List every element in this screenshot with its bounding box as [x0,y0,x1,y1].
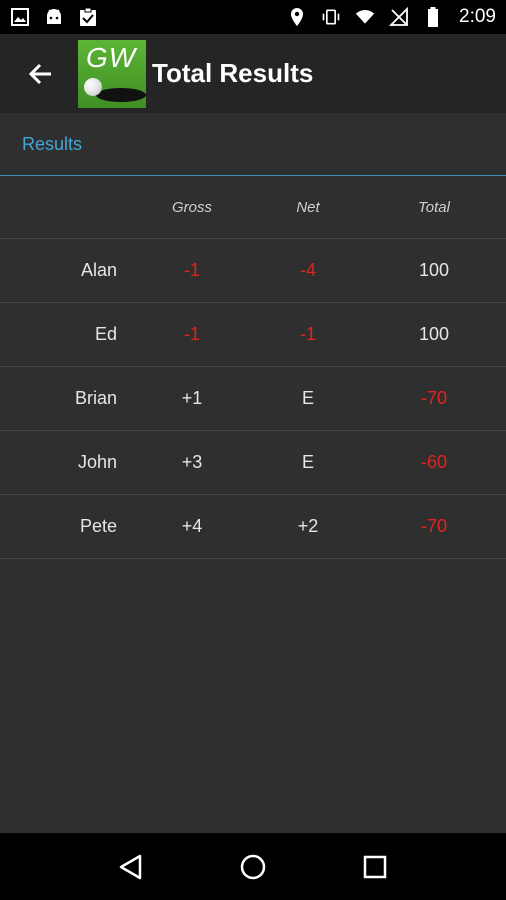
total-score: -70 [420,516,447,536]
net-score: +2 [297,516,319,536]
net-score: -1 [299,324,316,344]
net-score: -4 [299,260,316,280]
android-icon [44,7,64,27]
golf-ball-graphic [84,77,102,96]
table-row: John +3 E -60 [0,431,506,495]
page-title: Total Results [152,58,314,88]
status-time: 2:09 [459,6,496,27]
section-label-results: Results [22,133,83,154]
header-net: Net [296,198,320,216]
no-signal-icon [389,7,409,27]
net-score: E [301,452,314,472]
total-score: 100 [418,260,450,280]
player-name: Ed [94,324,117,344]
player-name: John [77,452,117,472]
back-button[interactable] [20,54,60,94]
nav-back-button[interactable] [111,847,151,887]
table-row: Brian +1 E -70 [0,367,506,431]
gross-score: +3 [181,452,203,472]
player-name: Pete [79,516,117,536]
arrow-left-icon [28,63,51,84]
total-score: -60 [420,452,447,472]
net-score: E [301,388,314,408]
back-triangle-icon [119,854,142,879]
total-score: 100 [418,324,450,344]
header-name [0,176,117,238]
system-nav-bar [0,833,506,900]
wifi-icon [355,7,375,27]
player-name: Alan [80,260,117,280]
screen: 2:09 GW Total Results Results Gross Net … [0,0,506,900]
gross-score: -1 [183,260,200,280]
table-row: Alan -1 -4 100 [0,239,506,303]
table-row: Ed -1 -1 100 [0,303,506,367]
nav-recents-button[interactable] [355,847,395,887]
table-row: Pete +4 +2 -70 [0,495,506,559]
battery-icon [423,7,443,27]
app-toolbar: GW Total Results [0,34,506,113]
vibrate-icon [321,7,341,27]
gross-score: +1 [181,388,203,408]
gross-score: +4 [181,516,203,536]
nav-home-button[interactable] [233,847,273,887]
total-score: -70 [420,388,447,408]
image-icon [10,7,30,27]
header-total: Total [418,198,450,216]
section-header: Results [0,113,506,176]
table-header-row: Gross Net Total [0,176,506,239]
app-logo: GW [78,39,146,108]
location-icon [287,7,307,27]
player-name: Brian [74,388,117,408]
header-gross: Gross [171,198,212,216]
status-left [10,7,98,27]
results-table: Gross Net Total Alan -1 -4 100 Ed -1 -1 … [0,176,506,559]
status-bar: 2:09 [0,0,506,34]
clipboard-check-icon [78,7,98,27]
recents-square-icon [363,855,387,878]
home-circle-icon [240,854,266,879]
golf-hole-graphic [96,87,146,102]
status-right: 2:09 [287,6,496,28]
app-logo-text: GW [86,41,137,73]
gross-score: -1 [183,324,200,344]
